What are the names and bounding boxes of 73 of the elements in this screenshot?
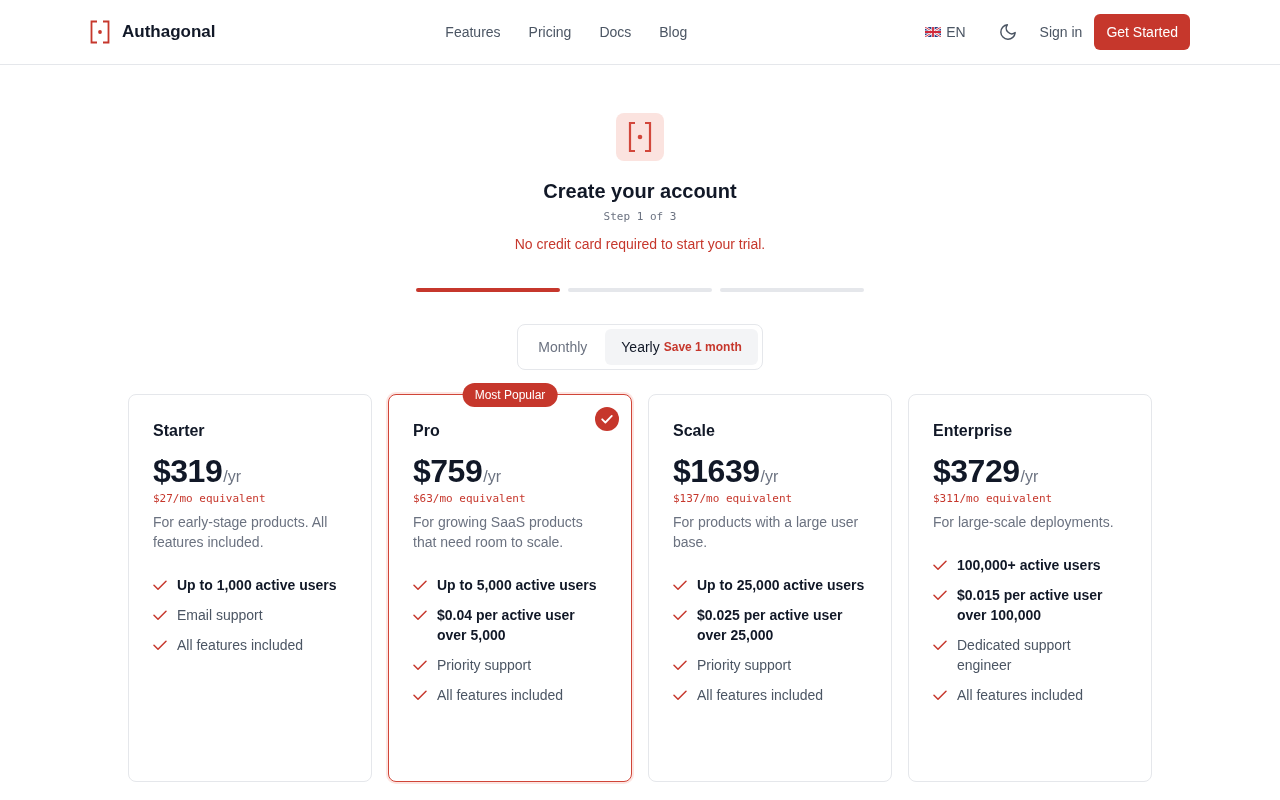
check-icon: [933, 640, 947, 651]
plan-description: For large-scale deployments.: [933, 513, 1115, 532]
monthly-equivalent: $311/mo equivalent: [933, 491, 1054, 507]
check-icon: [673, 660, 687, 671]
billing-option[interactable]: Yearly Save 1 month: [605, 329, 758, 365]
plan-name: Enterprise: [933, 421, 1014, 441]
check-icon: [933, 690, 947, 701]
price-period: /yr: [1020, 468, 1039, 486]
monthly-equivalent: $63/mo equivalent: [413, 491, 527, 507]
feature-text: Priority support: [697, 656, 792, 675]
step-counter: Step 1 of 3: [603, 209, 677, 225]
monthly-equivalent: $137/mo equivalent: [673, 491, 794, 507]
flag-icon: [925, 27, 942, 37]
feature-text: $0.015 per active user over 100,000: [957, 586, 1104, 625]
check-icon: [413, 660, 427, 671]
billing-option[interactable]: Monthly: [522, 329, 604, 365]
check-icon: [933, 590, 947, 601]
check-icon: [673, 690, 687, 701]
plan-price: $1639: [673, 452, 760, 491]
feature-text: $0.04 per active user over 5,000: [437, 606, 576, 645]
logo-icon: [90, 20, 110, 44]
most-popular-badge: Most Popular: [462, 383, 558, 407]
language-selector[interactable]: EN: [917, 18, 974, 46]
feature-text: Email support: [177, 606, 263, 625]
feature-text: All features included: [957, 686, 1084, 705]
plan-card[interactable]: Starter $319/yr $27/mo equivalent For early-stage products. All features included. Up to 1,000 active users Email support All features included: [128, 394, 372, 782]
plan-name: Starter: [153, 421, 206, 441]
selected-check-icon: [595, 407, 619, 431]
feature-text: Up to 25,000 active users: [697, 576, 865, 595]
nav-link[interactable]: Pricing: [528, 24, 572, 40]
feature-text: Up to 1,000 active users: [177, 576, 337, 595]
savings-label: Save 1 month: [663, 339, 742, 356]
check-icon: [413, 690, 427, 701]
nav-link[interactable]: Blog: [659, 24, 688, 40]
feature-text: Dedicated support engineer: [957, 636, 1072, 675]
plan-name: Pro: [413, 421, 441, 441]
plan-card[interactable]: Scale $1639/yr $137/mo equivalent For products with a large user base. Up to 25,000 active users $0.025 per active user over 25,000 Priority support All features included: [648, 394, 892, 782]
check-icon: [673, 580, 687, 591]
logo-icon: [616, 113, 664, 161]
plan-price: $319: [153, 452, 223, 491]
plan-price: $759: [413, 452, 483, 491]
plan-price: $3729: [933, 452, 1020, 491]
feature-text: Up to 5,000 active users: [437, 576, 597, 595]
price-period: /yr: [483, 468, 501, 486]
feature-text: All features included: [697, 686, 824, 705]
sign-in-link[interactable]: Sign in: [1039, 24, 1083, 40]
plan-description: For growing SaaS products that need room to scale.: [413, 513, 584, 552]
check-icon: [413, 610, 427, 621]
feature-text: All features included: [437, 686, 564, 705]
trial-note: No credit card required to start your trial.: [514, 235, 766, 254]
moon-icon: [999, 24, 1016, 40]
feature-text: 100,000+ active users: [957, 556, 1101, 575]
plan-description: For products with a large user base.: [673, 513, 860, 552]
feature-text: All features included: [177, 636, 304, 655]
check-icon: [153, 610, 167, 621]
nav-link[interactable]: Docs: [599, 24, 632, 40]
check-icon: [413, 580, 427, 591]
check-icon: [933, 560, 947, 571]
brand-link[interactable]: Authagonal: [90, 20, 216, 44]
check-icon: [153, 640, 167, 651]
price-period: /yr: [760, 468, 779, 486]
feature-text: Priority support: [437, 656, 532, 675]
check-icon: [673, 610, 687, 621]
price-period: /yr: [223, 468, 241, 486]
page-title: Create your account: [543, 179, 737, 204]
nav-link[interactable]: Features: [445, 24, 501, 40]
feature-text: $0.025 per active user over 25,000: [697, 606, 844, 645]
check-icon: [153, 580, 167, 591]
monthly-equivalent: $27/mo equivalent: [153, 491, 267, 507]
get-started-button[interactable]: Get Started: [1094, 14, 1190, 50]
plan-name: Scale: [673, 421, 716, 441]
plan-card[interactable]: Enterprise $3729/yr $311/mo equivalent For large-scale deployments. 100,000+ active users $0.015 per active user over 100,000 Dedicated support engineer All features included: [908, 394, 1152, 782]
plan-description: For early-stage products. All features included.: [153, 513, 329, 552]
